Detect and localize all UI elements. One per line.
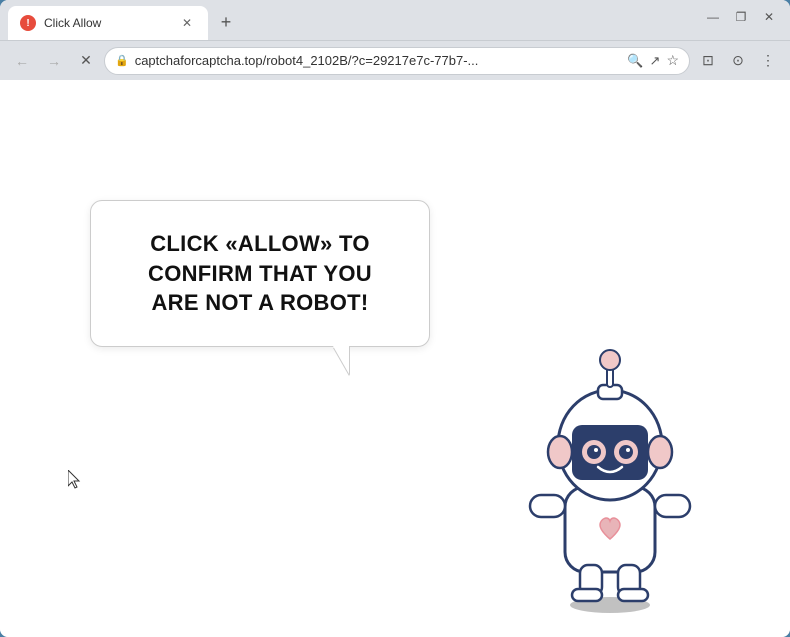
bookmark-icon[interactable]: ☆ bbox=[666, 52, 679, 69]
reload-button[interactable]: ✕ bbox=[72, 47, 100, 75]
minimize-button[interactable]: — bbox=[700, 4, 726, 30]
toolbar-actions: ⊡ ⊙ ⋮ bbox=[694, 47, 782, 75]
extensions-button[interactable]: ⊡ bbox=[694, 47, 722, 75]
title-bar: ! Click Allow ✕ + — ❐ ✕ bbox=[0, 0, 790, 40]
page-content: CLICK «ALLOW» TO CONFIRM THAT YOU ARE NO… bbox=[0, 80, 790, 637]
robot-svg bbox=[510, 297, 710, 617]
close-button[interactable]: ✕ bbox=[756, 4, 782, 30]
url-text: captchaforcaptcha.top/robot4_2102B/?c=29… bbox=[135, 53, 622, 68]
share-icon[interactable]: ↗ bbox=[650, 53, 661, 69]
tab-title: Click Allow bbox=[44, 16, 170, 30]
tab-bar: ! Click Allow ✕ + bbox=[8, 0, 700, 40]
robot-illustration bbox=[510, 297, 710, 617]
address-bar[interactable]: 🔒 captchaforcaptcha.top/robot4_2102B/?c=… bbox=[104, 47, 690, 75]
active-tab[interactable]: ! Click Allow ✕ bbox=[8, 6, 208, 40]
menu-button[interactable]: ⋮ bbox=[754, 47, 782, 75]
bubble-text: CLICK «ALLOW» TO CONFIRM THAT YOU ARE NO… bbox=[123, 229, 397, 318]
mouse-cursor bbox=[68, 470, 82, 490]
forward-button[interactable]: → bbox=[40, 47, 68, 75]
speech-bubble: CLICK «ALLOW» TO CONFIRM THAT YOU ARE NO… bbox=[90, 200, 430, 347]
search-icon: 🔍 bbox=[627, 53, 643, 69]
tab-favicon: ! bbox=[20, 15, 36, 31]
lock-icon: 🔒 bbox=[115, 54, 129, 67]
back-button[interactable]: ← bbox=[8, 47, 36, 75]
navigation-toolbar: ← → ✕ 🔒 captchaforcaptcha.top/robot4_210… bbox=[0, 40, 790, 80]
browser-window: ! Click Allow ✕ + — ❐ ✕ ← → bbox=[0, 0, 790, 637]
tab-close-button[interactable]: ✕ bbox=[178, 14, 196, 32]
window-controls: — ❐ ✕ bbox=[700, 4, 782, 30]
account-button[interactable]: ⊙ bbox=[724, 47, 752, 75]
new-tab-button[interactable]: + bbox=[212, 8, 240, 36]
maximize-button[interactable]: ❐ bbox=[728, 4, 754, 30]
